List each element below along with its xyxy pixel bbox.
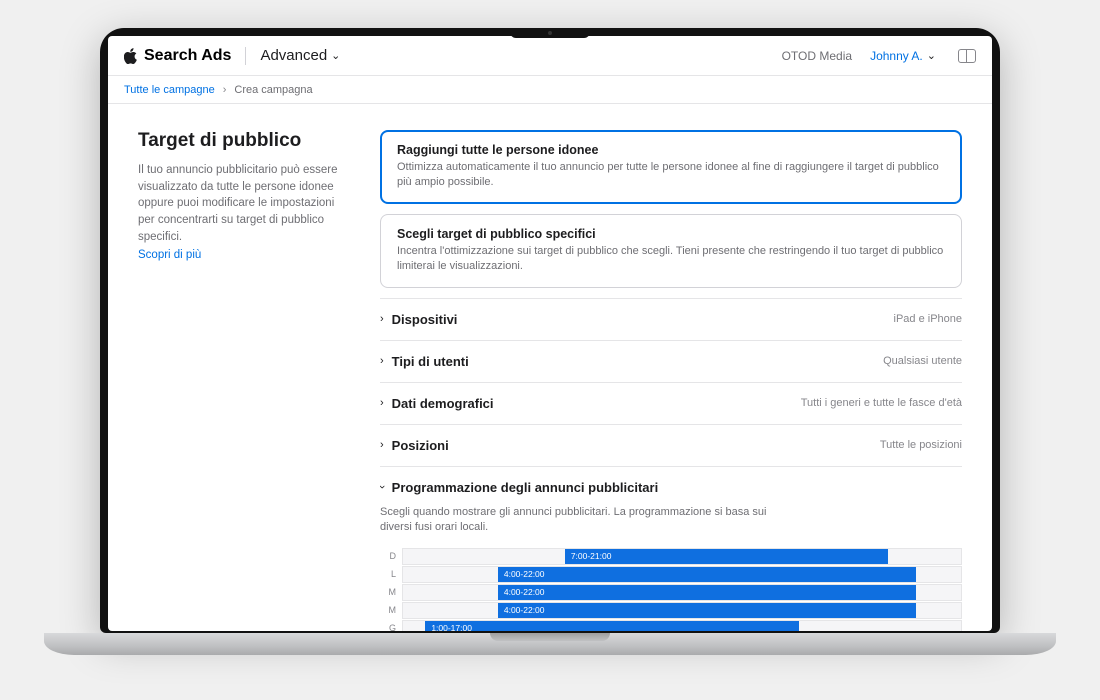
- schedule-row[interactable]: G 1:00-17:00: [380, 619, 962, 631]
- chevron-down-icon: ⌄: [927, 49, 936, 62]
- day-label: M: [380, 587, 402, 597]
- row-label: Posizioni: [392, 438, 449, 453]
- screen: Search Ads Advanced ⌄ OTOD Media Johnny …: [108, 36, 992, 631]
- schedule-bar[interactable]: 4:00-22:00: [498, 603, 917, 618]
- page-description: Il tuo annuncio pubblicitario può essere…: [138, 162, 348, 245]
- schedule-track[interactable]: 1:00-17:00: [402, 620, 962, 631]
- schedule-row[interactable]: L 4:00-22:00: [380, 565, 962, 583]
- row-value: iPad e iPhone: [894, 313, 963, 325]
- row-label: Tipi di utenti: [392, 354, 469, 369]
- chevron-down-icon: ⌄: [331, 49, 340, 62]
- right-column: Raggiungi tutte le persone idonee Ottimi…: [380, 130, 962, 631]
- schedule-row[interactable]: M 4:00-22:00: [380, 601, 962, 619]
- day-label: G: [380, 623, 402, 631]
- row-locations[interactable]: › Posizioni Tutte le posizioni: [380, 424, 962, 466]
- schedule-bar[interactable]: 4:00-22:00: [498, 567, 917, 582]
- option-title: Scegli target di pubblico specifici: [397, 227, 945, 241]
- user-menu[interactable]: Johnny A. ⌄: [870, 49, 936, 63]
- day-label: L: [380, 569, 402, 579]
- vertical-divider: [245, 47, 246, 65]
- screen-bezel: Search Ads Advanced ⌄ OTOD Media Johnny …: [100, 28, 1000, 633]
- schedule-bar[interactable]: 4:00-22:00: [498, 585, 917, 600]
- user-name: Johnny A.: [870, 49, 923, 63]
- chevron-right-icon: ›: [380, 397, 384, 409]
- brand-text: Search Ads: [144, 47, 231, 65]
- row-devices[interactable]: › Dispositivi iPad e iPhone: [380, 298, 962, 340]
- chevron-right-icon: ›: [380, 355, 384, 367]
- schedule-track[interactable]: 4:00-22:00: [402, 566, 962, 583]
- schedule-hint: Scegli quando mostrare gli annunci pubbl…: [380, 505, 800, 536]
- schedule-header[interactable]: › Programmazione degli annunci pubblicit…: [380, 480, 962, 495]
- row-demographics[interactable]: › Dati demografici Tutti i generi e tutt…: [380, 382, 962, 424]
- chevron-right-icon: ›: [380, 313, 384, 325]
- schedule-title: Programmazione degli annunci pubblicitar…: [392, 480, 659, 495]
- option-specific-audiences[interactable]: Scegli target di pubblico specifici Ince…: [380, 214, 962, 288]
- breadcrumb: Tutte le campagne › Crea campagna: [108, 76, 992, 104]
- day-label: D: [380, 551, 402, 561]
- schedule-track[interactable]: 7:00-21:00: [402, 548, 962, 565]
- schedule-row[interactable]: D 7:00-21:00: [380, 547, 962, 565]
- topbar: Search Ads Advanced ⌄ OTOD Media Johnny …: [108, 36, 992, 76]
- content: Target di pubblico Il tuo annuncio pubbl…: [108, 104, 992, 631]
- chevron-right-icon: ›: [223, 84, 227, 96]
- mode-label: Advanced: [260, 47, 327, 64]
- option-desc: Incentra l'ottimizzazione sui target di …: [397, 244, 945, 275]
- row-value: Tutte le posizioni: [880, 439, 962, 451]
- row-label: Dati demografici: [392, 396, 494, 411]
- laptop-frame: Search Ads Advanced ⌄ OTOD Media Johnny …: [100, 28, 1000, 655]
- sidebar-toggle-icon[interactable]: [958, 49, 976, 63]
- schedule-track[interactable]: 4:00-22:00: [402, 584, 962, 601]
- option-reach-all[interactable]: Raggiungi tutte le persone idonee Ottimi…: [380, 130, 962, 204]
- page-title: Target di pubblico: [138, 130, 348, 152]
- breadcrumb-current: Crea campagna: [234, 84, 312, 96]
- apple-logo-icon: [124, 48, 138, 64]
- left-column: Target di pubblico Il tuo annuncio pubbl…: [138, 130, 348, 631]
- laptop-base: [44, 633, 1056, 655]
- schedule-grid[interactable]: D 7:00-21:00 L 4:00-22:00 M 4:00-22:00 M 4:00-2…: [380, 547, 962, 631]
- row-value: Qualsiasi utente: [883, 355, 962, 367]
- org-name: OTOD Media: [782, 49, 852, 63]
- row-value: Tutti i generi e tutte le fasce d'età: [801, 397, 962, 409]
- schedule-track[interactable]: 4:00-22:00: [402, 602, 962, 619]
- option-desc: Ottimizza automaticamente il tuo annunci…: [397, 160, 945, 191]
- schedule-row[interactable]: M 4:00-22:00: [380, 583, 962, 601]
- option-title: Raggiungi tutte le persone idonee: [397, 143, 945, 157]
- day-label: M: [380, 605, 402, 615]
- schedule-section: › Programmazione degli annunci pubblicit…: [380, 466, 962, 631]
- chevron-right-icon: ›: [380, 439, 384, 451]
- learn-more-link[interactable]: Scopri di più: [138, 249, 201, 261]
- row-label: Dispositivi: [392, 312, 458, 327]
- laptop-lip: [490, 633, 610, 641]
- schedule-bar[interactable]: 1:00-17:00: [425, 621, 799, 631]
- row-user-types[interactable]: › Tipi di utenti Qualsiasi utente: [380, 340, 962, 382]
- breadcrumb-root-link[interactable]: Tutte le campagne: [124, 84, 215, 96]
- schedule-bar[interactable]: 7:00-21:00: [565, 549, 889, 564]
- camera-dot: [548, 31, 552, 35]
- brand: Search Ads: [124, 47, 231, 65]
- mode-dropdown[interactable]: Advanced ⌄: [260, 47, 340, 64]
- chevron-down-icon: ›: [376, 485, 388, 489]
